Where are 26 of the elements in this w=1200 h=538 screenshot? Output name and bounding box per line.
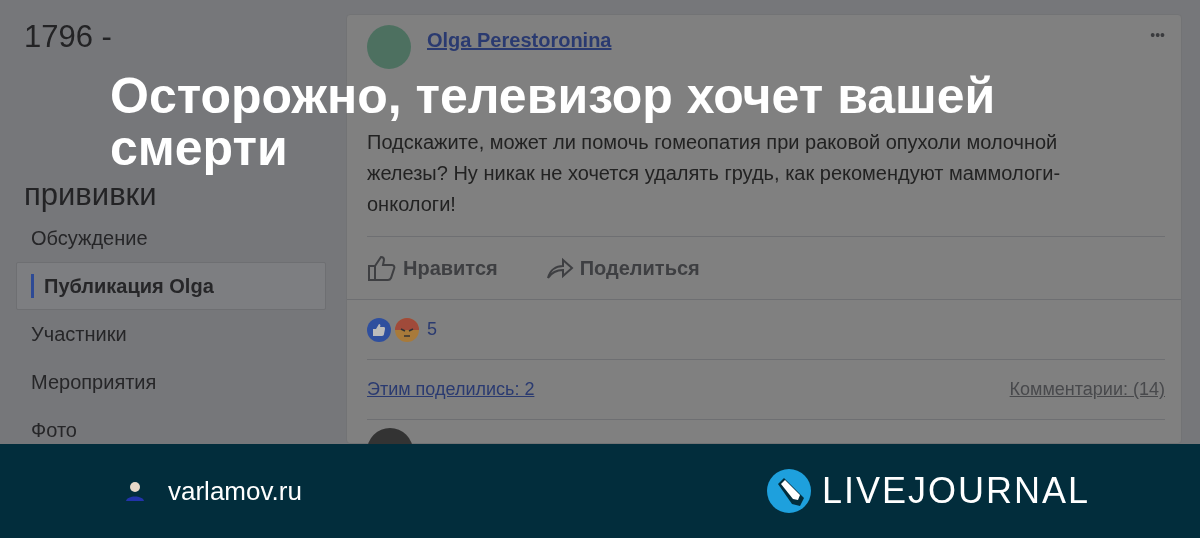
angry-face-icon bbox=[395, 317, 419, 342]
avatar-photo[interactable] bbox=[367, 25, 411, 69]
user-icon bbox=[124, 479, 146, 503]
reaction-count: 5 bbox=[427, 318, 437, 341]
like-button[interactable]: Нравится bbox=[367, 253, 498, 283]
more-menu[interactable]: ••• bbox=[1150, 25, 1165, 46]
site-name[interactable]: varlamov.ru bbox=[168, 471, 302, 511]
like-reaction-icon bbox=[367, 317, 391, 342]
thumbs-up-icon bbox=[367, 254, 397, 282]
comments-link[interactable]: Комментарии: (14) bbox=[1009, 376, 1165, 403]
post-text: Подскажите, может ли помочь гомеопатия при раковой опухоли молочной железы? Ну никак не хочется удалять грудь, как рекомендуют маммологи-онкологи! bbox=[367, 130, 1062, 217]
sidebar-item[interactable]: Мероприятия bbox=[16, 358, 326, 406]
headline-text: смерти bbox=[110, 122, 288, 174]
sidebar-item[interactable]: Публикация Olga bbox=[16, 262, 326, 310]
livejournal-logo-icon bbox=[765, 468, 812, 514]
share-arrow-icon bbox=[545, 256, 574, 280]
headline-text: Осторожно, телевизор хочет вашей bbox=[110, 70, 996, 122]
group-title: 1796 - bbox=[24, 18, 113, 56]
sidebar-item[interactable]: Фото bbox=[16, 406, 326, 444]
shares-link[interactable]: Этим поделились: 2 bbox=[367, 376, 535, 403]
brand-name[interactable]: LIVEJOURNAL bbox=[821, 464, 1090, 518]
author-link[interactable]: Olga Perestoronina bbox=[427, 25, 612, 55]
sidebar-item[interactable]: Участники bbox=[16, 310, 326, 358]
group-title: прививки bbox=[24, 176, 158, 214]
share-button[interactable]: Поделиться bbox=[545, 253, 700, 283]
sidebar-item[interactable]: Обсуждение bbox=[16, 214, 326, 262]
